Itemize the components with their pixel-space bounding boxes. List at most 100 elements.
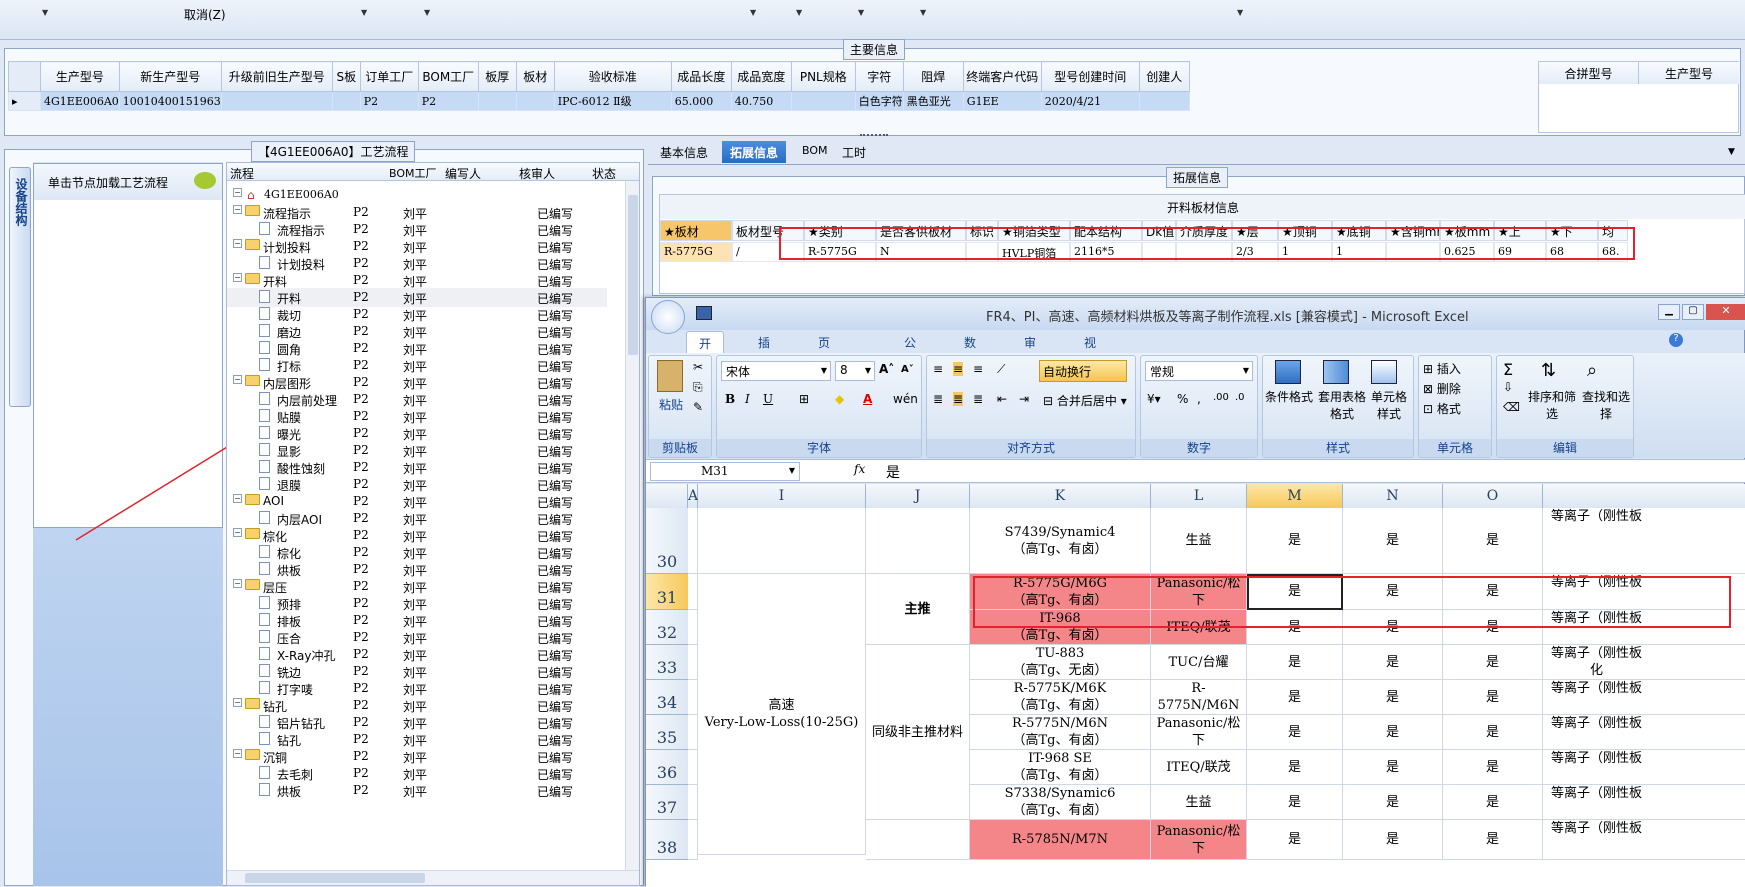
cell-o[interactable]: 是 — [1443, 680, 1543, 715]
main-cell[interactable] — [790, 91, 856, 111]
chevron-down-icon[interactable]: ▼ — [361, 8, 367, 17]
align-top-icon[interactable]: ≡ — [933, 362, 943, 376]
decrease-decimal-icon[interactable]: .0 — [1235, 392, 1245, 403]
cell-n[interactable]: 是 — [1343, 715, 1443, 750]
align-right-icon[interactable]: ≣ — [973, 392, 983, 406]
cell-a[interactable] — [688, 820, 698, 860]
conditional-format-button[interactable]: 条件格式 — [1265, 388, 1313, 405]
main-cell[interactable] — [220, 91, 333, 111]
ribbon-tab[interactable]: 页面布局 — [806, 331, 842, 401]
minimize-icon[interactable]: ▁ — [1658, 304, 1680, 320]
cell-process[interactable]: 等离子（刚性板 — [1543, 750, 1745, 785]
tab-basic-info[interactable]: 基本信息 — [652, 141, 716, 163]
cell-n[interactable]: 是 — [1343, 785, 1443, 820]
cell-o[interactable]: 是 — [1443, 645, 1543, 680]
main-col-header[interactable]: S板 — [331, 61, 361, 92]
ribbon-tab[interactable]: 视图 — [1072, 331, 1108, 367]
ribbon-tab[interactable]: 审阅 — [1012, 331, 1048, 367]
collapse-icon[interactable]: − — [233, 749, 242, 758]
close-icon[interactable]: ✕ — [1706, 304, 1745, 320]
wrap-text-button[interactable]: 自动换行 — [1039, 360, 1127, 382]
chevron-down-icon[interactable]: ▼ — [424, 8, 430, 17]
main-cell[interactable]: 2020/4/21 — [1040, 91, 1140, 111]
merge-center-button[interactable]: ⊟ 合并后居中 ▾ — [1043, 392, 1127, 409]
cell-non-main[interactable]: 同级非主推材料 — [866, 645, 970, 820]
collapse-icon[interactable]: − — [233, 205, 242, 214]
number-format-select[interactable]: 常规 ▼ — [1145, 361, 1253, 381]
tab-bom[interactable]: BOM — [794, 141, 836, 163]
cell-m[interactable]: 是 — [1247, 785, 1343, 820]
cell-n[interactable]: 是 — [1343, 820, 1443, 860]
font-name-select[interactable]: 宋体 ▼ — [721, 361, 831, 381]
cell-m[interactable]: 是 — [1247, 645, 1343, 680]
collapse-icon[interactable]: − — [233, 375, 242, 384]
orientation-icon[interactable]: ⟋ — [997, 362, 1005, 377]
align-middle-icon[interactable]: ≡ — [953, 362, 964, 376]
main-col-header[interactable]: 板厚 — [477, 61, 517, 92]
main-col-header[interactable]: 板材 — [515, 61, 555, 92]
cell-a[interactable] — [688, 785, 698, 820]
cell-style-button[interactable]: 单元格样式 — [1371, 388, 1407, 422]
row-header[interactable]: 35 — [646, 715, 688, 750]
shrink-font-icon[interactable]: A˅ — [901, 364, 914, 375]
collapse-icon[interactable]: − — [233, 239, 242, 248]
main-cell[interactable] — [515, 91, 555, 111]
column-header[interactable]: I — [698, 484, 866, 508]
cell-supplier[interactable]: ITEQ/联茂 — [1151, 750, 1247, 785]
align-center-icon[interactable]: ≣ — [953, 392, 964, 406]
sort-filter-button[interactable]: 排序和筛选 — [1527, 388, 1577, 422]
format-painter-icon[interactable]: ✎ — [693, 400, 703, 414]
cell-a[interactable] — [688, 610, 698, 645]
cell-n[interactable]: 是 — [1343, 750, 1443, 785]
main-cell[interactable]: 4G1EE006A0 — [40, 91, 120, 111]
cell-m[interactable]: 是 — [1247, 715, 1343, 750]
sum-icon[interactable]: Σ — [1503, 360, 1513, 379]
row-header[interactable]: 36 — [646, 750, 688, 785]
collapse-icon[interactable]: − — [233, 494, 242, 503]
vertical-scrollbar[interactable] — [625, 181, 639, 871]
column-header[interactable]: M — [1247, 484, 1343, 508]
main-cell[interactable] — [331, 91, 361, 111]
fill-icon[interactable]: ⇩ — [1503, 380, 1513, 394]
find-select-button[interactable]: 查找和选择 — [1581, 388, 1631, 422]
main-col-header[interactable]: 型号创建时间 — [1040, 61, 1140, 92]
cell-supplier[interactable]: R-5775N/M6N — [1151, 680, 1247, 715]
delete-cells-button[interactable]: ⊠ 删除 — [1423, 380, 1461, 397]
column-header[interactable]: O — [1443, 484, 1543, 508]
collapse-icon[interactable]: − — [233, 188, 242, 197]
chevron-down-icon[interactable]: ▼ — [920, 8, 926, 17]
cell-process[interactable]: 等离子（刚性板 — [1543, 680, 1745, 715]
ribbon-tab[interactable]: 开始 — [686, 331, 725, 368]
align-bottom-icon[interactable]: ≡ — [973, 362, 983, 376]
cell-supplier[interactable]: 生益 — [1151, 508, 1247, 574]
main-cell[interactable]: 40.750 — [730, 91, 792, 111]
worksheet-grid[interactable]: A I J K L M N O 30 S7439/Synamic4 （高Tg、有卤） 生益是是是等离… — [646, 484, 1745, 887]
side-tab-equipment[interactable]: 设备结构 — [9, 167, 31, 407]
cell-supplier[interactable]: TUC/台耀 — [1151, 645, 1247, 680]
chevron-down-icon[interactable]: ▼ — [750, 8, 756, 17]
row-header[interactable]: 32 — [646, 610, 688, 645]
cell-a[interactable] — [688, 574, 698, 610]
row-header[interactable]: 38 — [646, 820, 688, 860]
save-icon[interactable] — [696, 306, 712, 320]
table-format-icon[interactable] — [1323, 360, 1349, 384]
cell-n[interactable]: 是 — [1343, 508, 1443, 574]
main-cell[interactable]: IPC-6012 Ⅱ级 — [553, 91, 672, 111]
function-icon[interactable]: fx — [854, 462, 865, 476]
column-header[interactable]: L — [1151, 484, 1247, 508]
cell-process[interactable]: 等离子（刚性板 化 — [1543, 645, 1745, 680]
cell-j[interactable] — [866, 508, 970, 574]
main-col-header[interactable]: 创建人 — [1138, 61, 1190, 92]
cell-material[interactable]: R-5775N/M6N （高Tg、有卤） — [970, 715, 1151, 750]
main-cell[interactable] — [1138, 91, 1190, 111]
main-col-header[interactable]: 成品宽度 — [730, 61, 792, 92]
column-header[interactable]: A — [688, 484, 698, 508]
chevron-down-icon[interactable]: ▼ — [42, 8, 48, 17]
horizontal-scrollbar[interactable] — [227, 870, 639, 885]
insert-cells-button[interactable]: ⊞ 插入 — [1423, 360, 1461, 377]
cell-material[interactable]: R-5775K/M6K （高Tg、有卤） — [970, 680, 1151, 715]
main-col-header[interactable]: 订单工厂 — [359, 61, 419, 92]
find-select-icon[interactable]: ⌕ — [1587, 360, 1597, 381]
ribbon-tab[interactable]: 数据 — [952, 331, 988, 367]
cell-material[interactable]: S7439/Synamic4 （高Tg、有卤） — [970, 508, 1151, 574]
